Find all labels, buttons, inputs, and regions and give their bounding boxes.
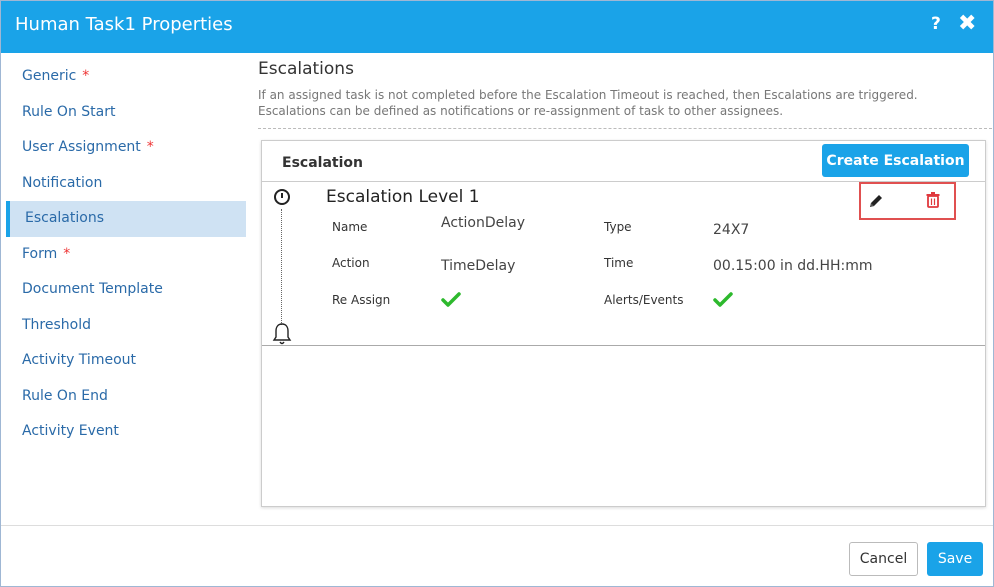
main-content: Escalations If an assigned task is not c…: [258, 59, 992, 129]
name-label: Name: [332, 220, 368, 234]
save-button[interactable]: Save: [927, 542, 983, 576]
clock-icon: [274, 189, 290, 205]
footer-divider: [1, 525, 993, 526]
bell-icon: [272, 323, 292, 345]
type-value: 24X7: [713, 222, 750, 238]
escalation-panel: Escalation Create Escalation Escalation …: [261, 140, 986, 507]
action-value: TimeDelay: [441, 258, 516, 274]
sidebar-item-label: Activity Event: [22, 423, 119, 439]
sidebar-item-label: Activity Timeout: [22, 352, 136, 368]
sidebar-item-label: Rule On End: [22, 387, 108, 404]
sidebar-item-document-template[interactable]: Document Template: [6, 272, 246, 308]
sidebar-item-notification[interactable]: Notification: [6, 166, 246, 202]
sidebar-item-escalations[interactable]: Escalations: [6, 201, 246, 237]
sidebar: Generic * Rule On Start User Assignment * …: [6, 59, 246, 450]
check-icon: [713, 292, 733, 307]
required-marker: *: [63, 245, 71, 262]
properties-dialog: Human Task1 Properties ? ✖ Generic * Rule…: [0, 0, 994, 587]
alerts-label: Alerts/Events: [604, 293, 684, 307]
sidebar-item-label: Escalations: [25, 210, 104, 226]
close-icon[interactable]: ✖: [958, 11, 976, 36]
required-marker: *: [82, 68, 90, 84]
name-value: ActionDelay: [441, 215, 525, 231]
panel-title: Escalation: [282, 155, 363, 171]
pencil-icon[interactable]: [866, 191, 886, 211]
panel-header: Escalation Create Escalation: [262, 141, 985, 182]
sidebar-item-label: Rule On Start: [22, 103, 116, 120]
trash-icon[interactable]: [923, 190, 943, 210]
sidebar-item-user-assignment[interactable]: User Assignment *: [6, 130, 246, 166]
type-label: Type: [604, 220, 632, 234]
sidebar-item-label: Generic: [22, 68, 77, 84]
escalation-level-card: Escalation Level 1 Name ActionDelay Type…: [262, 182, 985, 346]
divider: [258, 128, 992, 129]
level-actions: [859, 182, 956, 220]
sidebar-item-label: User Assignment: [22, 139, 141, 155]
help-button[interactable]: ?: [931, 14, 941, 34]
sidebar-item-rule-on-start[interactable]: Rule On Start: [6, 95, 246, 131]
sidebar-item-label: Document Template: [22, 281, 163, 297]
create-escalation-button[interactable]: Create Escalation: [822, 144, 969, 177]
timeline-line: [281, 209, 282, 325]
dialog-title: Human Task1 Properties: [15, 14, 233, 35]
check-icon: [441, 292, 461, 307]
sidebar-item-generic[interactable]: Generic *: [6, 59, 246, 95]
sidebar-item-activity-timeout[interactable]: Activity Timeout: [6, 343, 246, 379]
action-label: Action: [332, 256, 370, 270]
sidebar-item-activity-event[interactable]: Activity Event: [6, 414, 246, 450]
sidebar-item-threshold[interactable]: Threshold: [6, 308, 246, 344]
reassign-label: Re Assign: [332, 293, 391, 307]
section-description: If an assigned task is not completed bef…: [258, 88, 918, 118]
required-marker: *: [146, 139, 154, 155]
time-value: 00.15:00 in dd.HH:mm: [713, 258, 873, 274]
cancel-button[interactable]: Cancel: [849, 542, 918, 576]
time-label: Time: [604, 256, 634, 270]
escalation-level-title: Escalation Level 1: [326, 187, 480, 207]
section-heading: Escalations: [258, 59, 354, 79]
sidebar-item-label: Form: [22, 245, 58, 262]
sidebar-item-rule-on-end[interactable]: Rule On End: [6, 379, 246, 415]
sidebar-item-label: Threshold: [22, 316, 91, 333]
title-bar: Human Task1 Properties ? ✖: [1, 1, 993, 53]
sidebar-item-form[interactable]: Form *: [6, 237, 246, 273]
sidebar-item-label: Notification: [22, 174, 103, 191]
